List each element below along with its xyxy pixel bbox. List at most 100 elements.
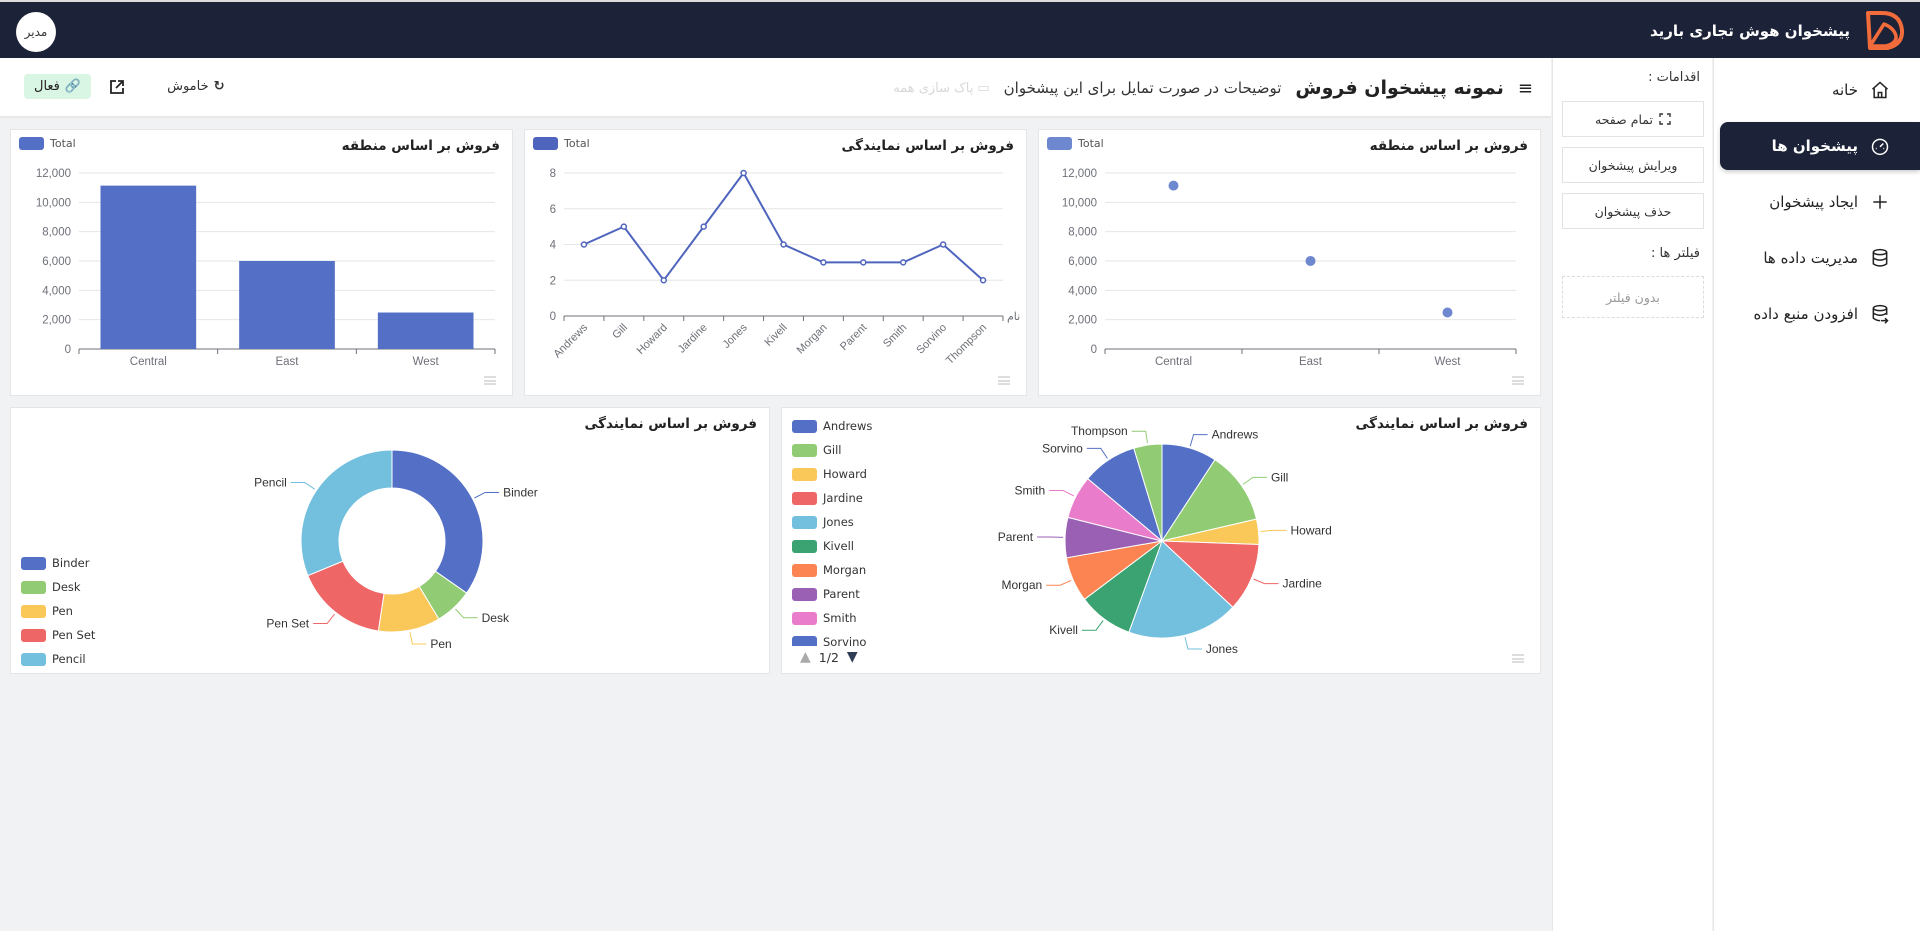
edit-dashboard-button[interactable]: ویرایش پیشخوان	[1562, 147, 1704, 183]
line-point	[580, 241, 588, 248]
dashboard-description: توضیحات در صورت تمایل برای این پیشخوان	[1003, 79, 1282, 97]
user-avatar[interactable]: مدیر	[16, 12, 56, 52]
scatter-point	[1168, 180, 1179, 191]
chart-menu-icon[interactable]	[1512, 654, 1524, 663]
y-tick-label: 0	[65, 344, 71, 356]
external-link-icon[interactable]	[109, 79, 125, 95]
pie-label: Thompson	[1071, 424, 1128, 438]
y-tick-label: 4,000	[42, 285, 71, 297]
pie-label-line	[1131, 430, 1148, 444]
chart-card-scatter-region: فروش بر اساس منطقه Total 0 2,000 4,000 6,00…	[1038, 129, 1541, 396]
actions-panel: اقدامات : تمام صفحه ویرایش پیشخوان حذف پ…	[1552, 58, 1712, 931]
baryd-logo-icon	[1866, 11, 1905, 50]
filters-label: فیلتر ها :	[1651, 246, 1700, 261]
line-point	[820, 259, 827, 266]
active-share-button[interactable]: 🔗 فعال	[24, 74, 92, 99]
pie-label: Pen Set	[266, 617, 309, 631]
menu-icon[interactable]: ≡	[1518, 78, 1533, 99]
no-filter-box: بدون فیلتر	[1562, 276, 1704, 318]
y-tick-label: 2	[550, 275, 556, 287]
sidebar-item-dashboards[interactable]: پیشخوان ها	[1720, 122, 1920, 170]
link-icon: 🔗	[64, 79, 82, 94]
line-point	[740, 169, 747, 177]
pie-slice	[391, 449, 484, 594]
plus-icon	[1873, 195, 1887, 209]
x-tick-label: East	[1299, 356, 1323, 368]
y-tick-label: 4,000	[1068, 285, 1097, 297]
fullscreen-label: تمام صفحه	[1595, 111, 1653, 127]
pie-label: Pencil	[254, 476, 287, 490]
fullscreen-button[interactable]: تمام صفحه	[1562, 101, 1704, 137]
y-tick-label: 8	[550, 168, 556, 180]
clear-all-button[interactable]: ▭ پاک سازی همه	[893, 81, 989, 96]
line-series	[583, 171, 984, 282]
chart-card-pie-rep: فروش بر اساس نمایندگی Andrews Gill Howard J…	[781, 407, 1541, 674]
fullscreen-icon	[1659, 113, 1671, 125]
pie-label: Gill	[1271, 470, 1288, 484]
pie-label-line	[1049, 489, 1075, 497]
y-tick-label: 10,000	[1062, 197, 1097, 209]
clear-all-label: پاک سازی همه	[893, 80, 974, 96]
sidebar-item-label: پیشخوان ها	[1771, 137, 1858, 155]
x-tick-label: Smith	[881, 322, 909, 350]
brand[interactable]: پیشخوان هوش تجاری بارید	[1650, 10, 1906, 52]
sidebar-item-add-datasource[interactable]: افزودن منبع داده	[1720, 290, 1920, 338]
line-point	[620, 223, 628, 230]
y-tick-label: 12,000	[1062, 168, 1097, 180]
bar-chart-svg: 0 2,000 4,000 6,000 8,000 10,000 12,000 Central…	[36, 168, 496, 368]
x-tick-label: Sorvino	[914, 322, 949, 357]
pie-label-line	[1086, 447, 1108, 459]
x-tick-label: Central	[1155, 356, 1192, 368]
x-tick-label: Gill	[610, 322, 630, 342]
pie-label-line	[1260, 529, 1287, 533]
chart-menu-icon[interactable]	[998, 376, 1010, 385]
x-tick-label: Jones	[720, 321, 750, 351]
y-tick-label: 12,000	[36, 168, 71, 180]
line-point	[979, 277, 987, 284]
chart-menu-icon[interactable]	[1512, 376, 1524, 385]
y-tick-label: 2,000	[1068, 315, 1097, 327]
pie-label: Binder	[503, 485, 538, 499]
pie-label-line	[474, 491, 500, 499]
chart-menu-icon[interactable]	[484, 376, 496, 385]
chart-card-bar-region: فروش بر اساس منطقه Total 0 2,000 4,000 6,00…	[10, 129, 513, 396]
delete-dashboard-button[interactable]: حذف پیشخوان	[1562, 193, 1704, 229]
dashboard-title: نمونه پیشخوان فروش	[1295, 77, 1504, 99]
auto-refresh-label: خاموش	[167, 79, 209, 94]
pie-label: Jones	[1206, 642, 1238, 656]
bar	[239, 260, 335, 349]
scatter-point	[1305, 255, 1316, 266]
pie-label-line	[455, 608, 478, 619]
top-bar: پیشخوان هوش تجاری بارید مدیر	[0, 0, 1920, 58]
line-point	[899, 259, 907, 266]
sidebar-item-create-dashboard[interactable]: ایجاد پیشخوان	[1720, 178, 1920, 226]
pie-label: Andrews	[1212, 428, 1259, 442]
broom-icon: ▭	[977, 80, 990, 96]
auto-refresh-toggle[interactable]: ↻ خاموش	[167, 79, 224, 94]
sidebar-item-label: ایجاد پیشخوان	[1769, 193, 1858, 211]
x-tick-label: Kivell	[763, 322, 790, 349]
scatter-chart-svg: 0 2,000 4,000 6,000 8,000 10,000 12,000 Central…	[1062, 168, 1517, 368]
active-label: فعال	[34, 79, 60, 94]
pie-label: Kivell	[1049, 623, 1078, 637]
y-tick-label: 0	[550, 311, 556, 323]
y-tick-label: 8,000	[42, 227, 71, 239]
pie-label-line	[1046, 579, 1072, 586]
pie-label-line	[313, 613, 335, 625]
chart-card-line-rep: فروش بر اساس نمایندگی Total 0 2 4 6 8 نام Andr…	[524, 129, 1027, 396]
line-chart-svg: 0 2 4 6 8 نام Andrews Gill Howard Jardine Jones Kiv…	[550, 168, 1021, 367]
pie-label: Pen	[430, 637, 451, 651]
x-tick-label: Howard	[635, 322, 670, 357]
bar	[100, 185, 197, 349]
sidebar-item-data-management[interactable]: مدیریت داده ها	[1720, 234, 1920, 282]
home-icon	[1872, 81, 1888, 99]
x-tick-label: Morgan	[795, 322, 830, 357]
x-axis-name: نام	[1007, 311, 1020, 323]
sidebar-item-home[interactable]: خانه	[1720, 66, 1920, 114]
sidebar-item-label: مدیریت داده ها	[1763, 249, 1858, 267]
pie-label: Desk	[482, 611, 510, 625]
y-tick-label: 10,000	[36, 197, 71, 209]
y-tick-label: 6,000	[42, 256, 71, 268]
y-tick-label: 2,000	[42, 315, 71, 327]
x-tick-label: West	[1435, 356, 1462, 368]
